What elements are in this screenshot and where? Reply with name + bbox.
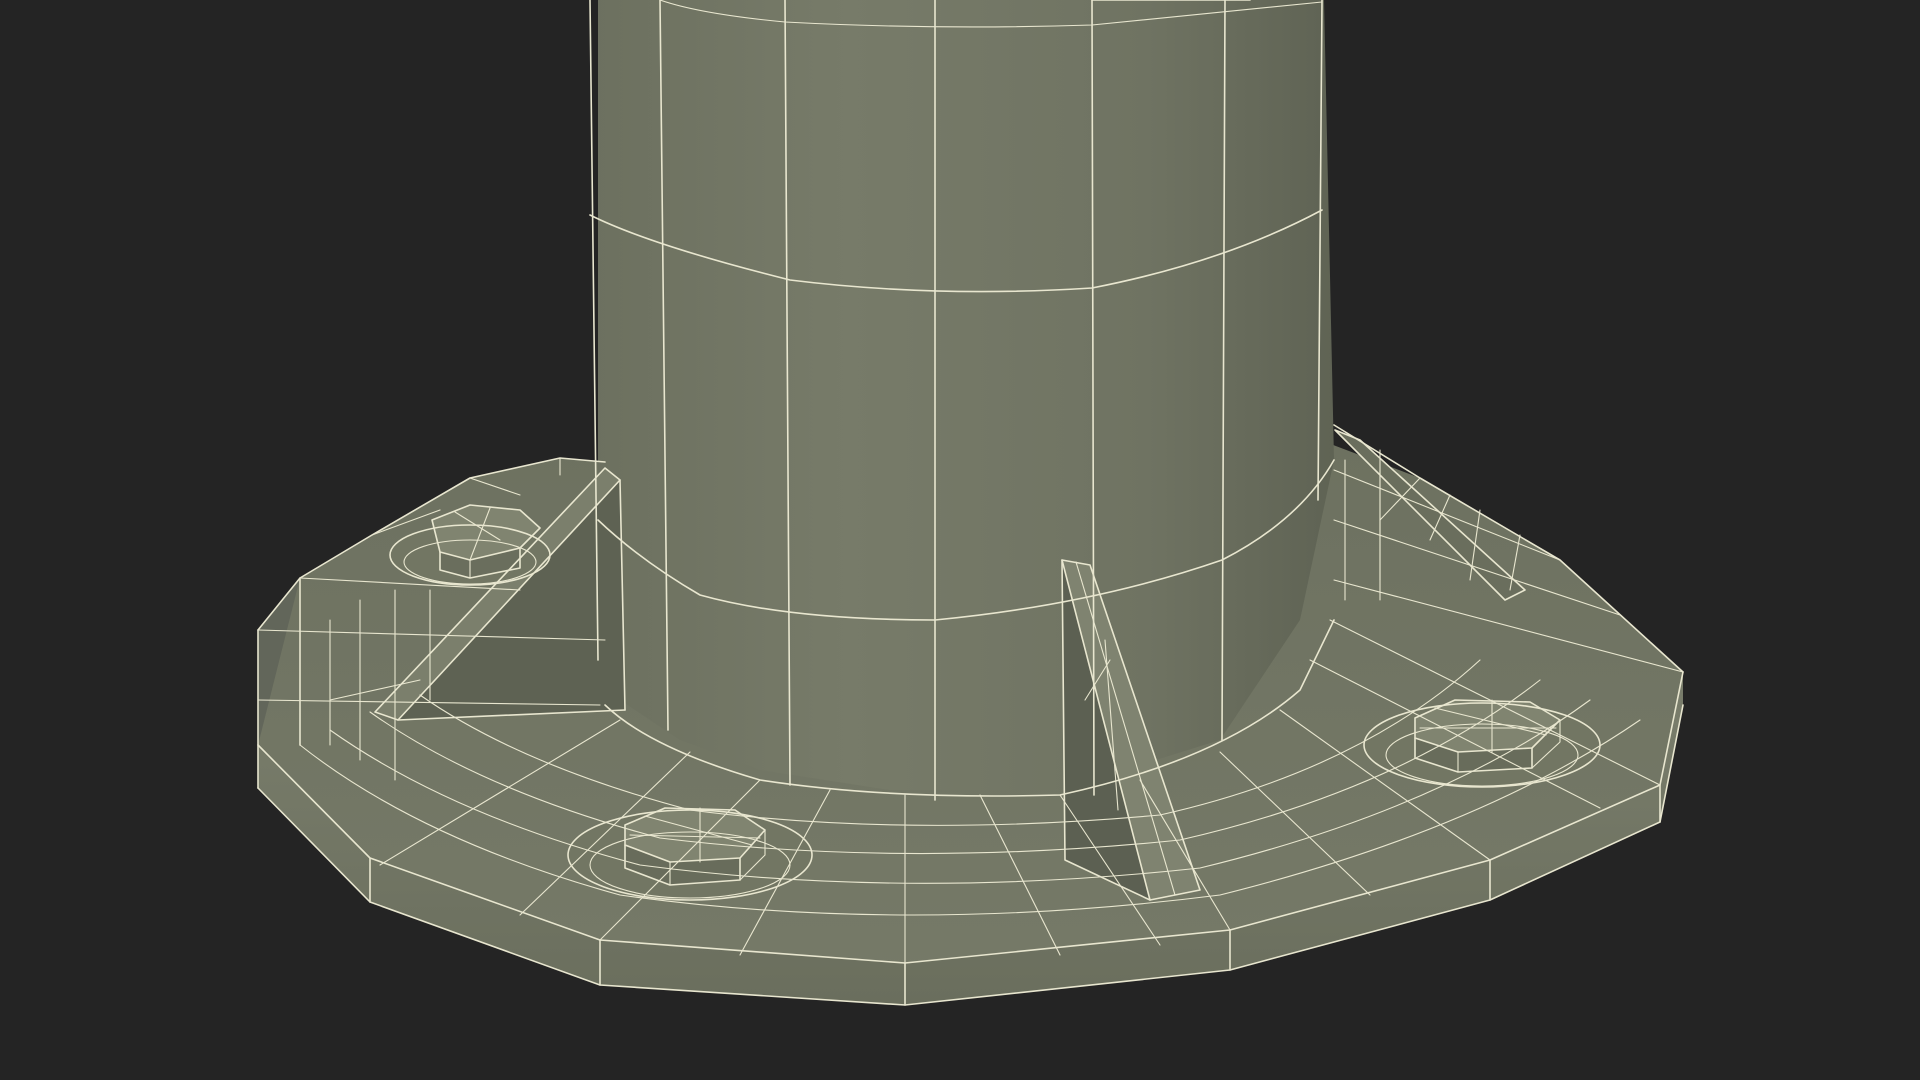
3d-viewport[interactable]: [0, 0, 1920, 1080]
wireframe-model: [257, 0, 1684, 1006]
